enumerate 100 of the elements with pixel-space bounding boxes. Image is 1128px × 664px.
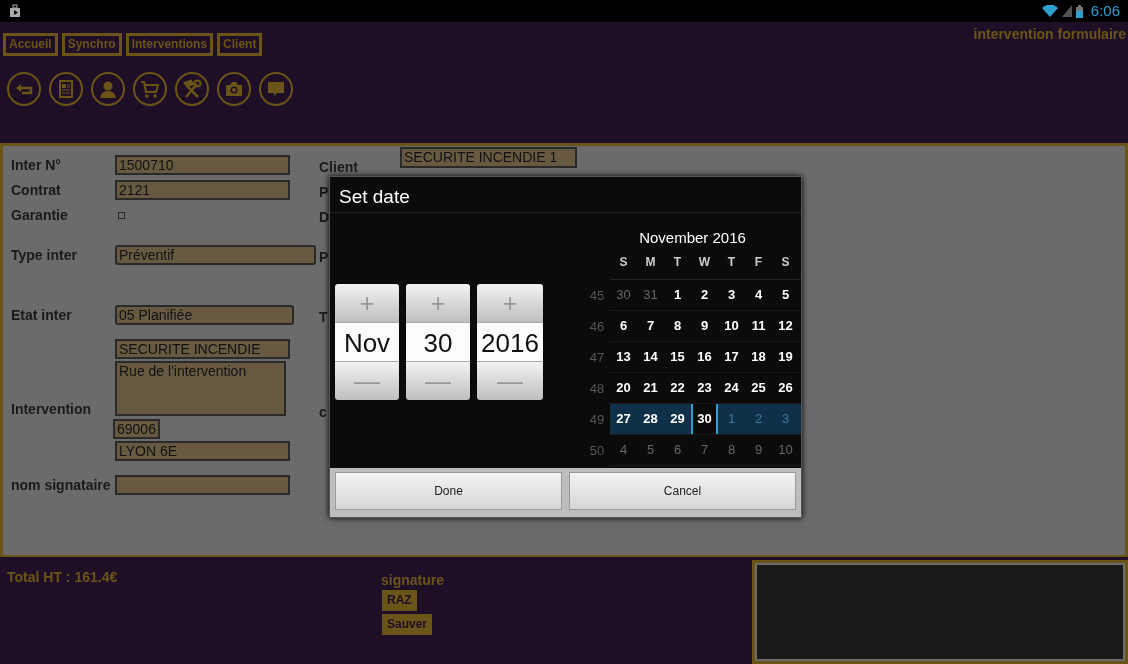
- increment-button[interactable]: +: [477, 284, 543, 322]
- calendar-day[interactable]: 29: [664, 404, 691, 434]
- toolbar-button[interactable]: [91, 72, 125, 106]
- decrement-button[interactable]: —: [335, 362, 399, 400]
- calendar-day[interactable]: 27: [610, 404, 637, 434]
- toolbar-button[interactable]: [133, 72, 167, 106]
- notification-icon: [8, 4, 22, 18]
- signature-button[interactable]: Sauver: [382, 614, 433, 635]
- text-field[interactable]: SECURITE INCENDIE: [115, 339, 290, 359]
- calendar-day[interactable]: 30: [610, 280, 637, 310]
- field-label: nom signataire: [11, 476, 112, 495]
- toolbar-button[interactable]: [7, 72, 41, 106]
- signal-icon: [1061, 5, 1072, 17]
- calendar-day[interactable]: 24: [718, 373, 745, 403]
- calendar-day[interactable]: 1: [664, 280, 691, 310]
- field-label: T: [319, 308, 328, 327]
- signature-button[interactable]: RAZ: [382, 590, 417, 611]
- week-number: 45: [588, 287, 606, 305]
- picker-value: Nov: [335, 322, 399, 362]
- calendar-day[interactable]: 6: [664, 435, 691, 465]
- calendar-day[interactable]: 20: [610, 373, 637, 403]
- field-label: c: [319, 403, 327, 422]
- calendar-day[interactable]: 4: [745, 280, 772, 310]
- calendar-day[interactable]: 3: [772, 404, 799, 434]
- calendar-day[interactable]: 15: [664, 342, 691, 372]
- toolbar-button[interactable]: [49, 72, 83, 106]
- weekday-label: T: [726, 254, 737, 271]
- week-number: 48: [588, 380, 606, 398]
- calendar-day[interactable]: 5: [772, 280, 799, 310]
- weekday-label: S: [780, 254, 791, 271]
- toolbar-button[interactable]: [259, 72, 293, 106]
- week-number: 49: [588, 411, 606, 429]
- calendar-day[interactable]: 16: [691, 342, 718, 372]
- text-field[interactable]: [115, 475, 290, 495]
- weekday-label: S: [618, 254, 629, 271]
- text-area[interactable]: Rue de l'intervention: [115, 361, 286, 416]
- page-title: intervention formulaire: [973, 25, 1126, 44]
- dialog-button[interactable]: Cancel: [569, 472, 796, 510]
- week-number: 50: [588, 442, 606, 460]
- week-number: 47: [588, 349, 606, 367]
- field-label: P: [319, 248, 329, 267]
- calendar-day[interactable]: 31: [637, 280, 664, 310]
- nav-button[interactable]: Synchro: [61, 33, 122, 56]
- calendar-day[interactable]: 7: [637, 311, 664, 341]
- calendar-day[interactable]: 6: [610, 311, 637, 341]
- calendar-day[interactable]: 18: [745, 342, 772, 372]
- dropdown-field[interactable]: 05 Planifiée: [115, 305, 294, 325]
- calendar-day[interactable]: 1: [718, 404, 745, 434]
- increment-button[interactable]: +: [335, 284, 399, 322]
- decrement-button[interactable]: —: [477, 362, 543, 400]
- calendar-day[interactable]: 17: [718, 342, 745, 372]
- field-label: Garantie: [11, 206, 69, 225]
- calendar-day[interactable]: 21: [637, 373, 664, 403]
- dropdown-field[interactable]: Préventif: [115, 245, 316, 265]
- increment-button[interactable]: +: [406, 284, 470, 322]
- nav-button[interactable]: Accueil: [3, 33, 58, 56]
- text-field[interactable]: 1500710: [115, 155, 290, 175]
- calendar-day[interactable]: 3: [718, 280, 745, 310]
- nav-button[interactable]: Interventions: [125, 33, 214, 56]
- calendar-day[interactable]: 8: [718, 435, 745, 465]
- calendar-day[interactable]: 8: [664, 311, 691, 341]
- decrement-button[interactable]: —: [406, 362, 470, 400]
- signature-pad[interactable]: [752, 560, 1128, 664]
- wifi-icon: [1041, 5, 1058, 17]
- field-label: P: [319, 183, 329, 202]
- text-field[interactable]: 69006: [113, 419, 160, 439]
- text-field[interactable]: SECURITE INCENDIE 1: [400, 147, 577, 168]
- person-icon: [98, 79, 118, 99]
- total-text: Total HT : 161.4€: [7, 569, 118, 585]
- calendar-day[interactable]: 19: [772, 342, 799, 372]
- calendar-day[interactable]: 2: [691, 280, 718, 310]
- calendar-day[interactable]: 12: [772, 311, 799, 341]
- checkbox[interactable]: [118, 212, 125, 219]
- calendar-day[interactable]: 10: [772, 435, 799, 465]
- calendar-day[interactable]: 26: [772, 373, 799, 403]
- nav-button[interactable]: Client: [217, 33, 263, 56]
- calendar-day[interactable]: 7: [691, 435, 718, 465]
- calendar-day[interactable]: 30: [691, 404, 718, 434]
- text-field[interactable]: LYON 6E: [115, 441, 290, 461]
- calendar-day[interactable]: 5: [637, 435, 664, 465]
- text-field[interactable]: 2121: [115, 180, 290, 200]
- calendar-day[interactable]: 14: [637, 342, 664, 372]
- calendar-day[interactable]: 23: [691, 373, 718, 403]
- calendar-day[interactable]: 9: [691, 311, 718, 341]
- calendar-day[interactable]: 11: [745, 311, 772, 341]
- signature-label: signature: [381, 572, 444, 588]
- calendar-day[interactable]: 10: [718, 311, 745, 341]
- weekday-label: T: [672, 254, 683, 271]
- toolbar-button[interactable]: [175, 72, 209, 106]
- dialog-button[interactable]: Done: [335, 472, 562, 510]
- week-number: 46: [588, 318, 606, 336]
- calendar-day[interactable]: 9: [745, 435, 772, 465]
- calendar-day[interactable]: 4: [610, 435, 637, 465]
- calendar-day[interactable]: 25: [745, 373, 772, 403]
- cart-icon: [140, 79, 160, 99]
- calendar-day[interactable]: 2: [745, 404, 772, 434]
- calendar-day[interactable]: 22: [664, 373, 691, 403]
- calendar-day[interactable]: 28: [637, 404, 664, 434]
- toolbar-button[interactable]: [217, 72, 251, 106]
- calendar-day[interactable]: 13: [610, 342, 637, 372]
